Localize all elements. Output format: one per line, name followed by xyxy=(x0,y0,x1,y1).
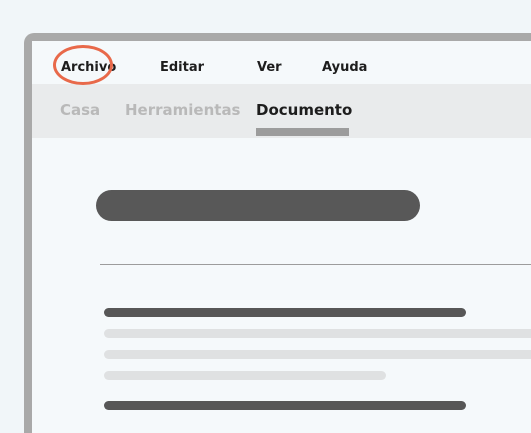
menu-ver[interactable]: Ver xyxy=(257,60,282,75)
text-line-placeholder xyxy=(104,350,531,359)
menu-editar[interactable]: Editar xyxy=(160,60,204,75)
heading-line-placeholder xyxy=(104,308,466,317)
tab-documento[interactable]: Documento xyxy=(256,101,352,119)
heading-line-placeholder xyxy=(104,401,466,410)
app-window: Archivo Editar Ver Ayuda Casa Herramient… xyxy=(24,33,531,433)
tab-herramientas[interactable]: Herramientas xyxy=(125,101,241,119)
menu-ayuda[interactable]: Ayuda xyxy=(322,60,367,75)
tab-casa[interactable]: Casa xyxy=(60,101,100,119)
window-content: Archivo Editar Ver Ayuda Casa Herramient… xyxy=(32,41,531,433)
document-divider xyxy=(100,264,531,265)
document-title-placeholder xyxy=(96,190,420,221)
ribbon-tabs: Casa Herramientas Documento xyxy=(32,84,531,138)
active-tab-indicator xyxy=(256,128,349,136)
text-line-placeholder xyxy=(104,371,386,380)
document-canvas[interactable] xyxy=(32,138,531,433)
menu-bar: Archivo Editar Ver Ayuda xyxy=(32,41,531,84)
text-line-placeholder xyxy=(104,329,531,338)
menu-archivo[interactable]: Archivo xyxy=(61,60,116,75)
